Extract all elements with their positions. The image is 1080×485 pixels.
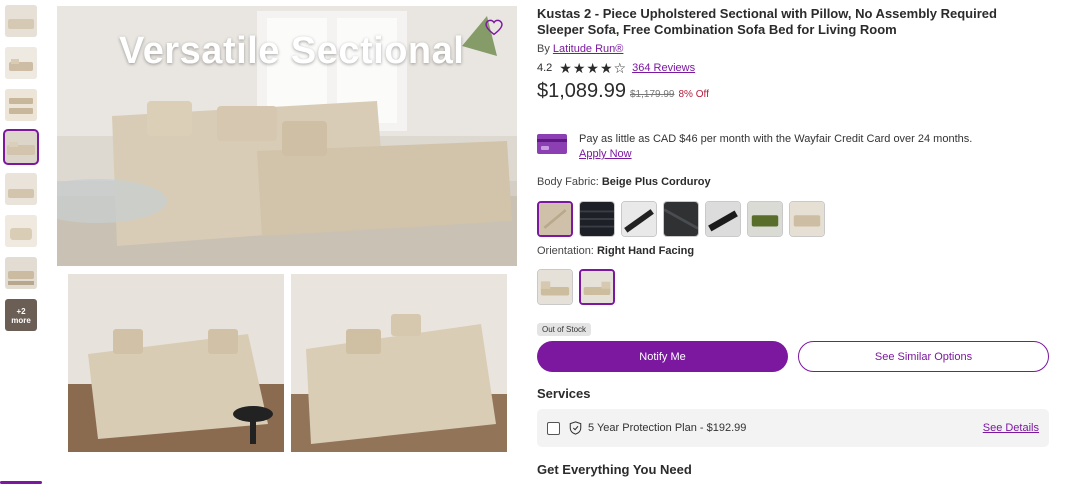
orientation-label: Orientation: Right Hand Facing [537, 245, 694, 257]
notify-me-button[interactable]: Notify Me [537, 341, 788, 372]
orientation-label-text: Orientation: [537, 245, 594, 257]
fabric-value: Beige Plus Corduroy [601, 176, 711, 188]
by-prefix: By [537, 43, 550, 55]
star-icon: ★ [572, 60, 586, 76]
swatch-black-white[interactable] [705, 201, 741, 237]
fabric-label-text: Body Fabric: [537, 176, 599, 188]
thumbnail-2[interactable] [5, 47, 37, 79]
star-icon: ★ [586, 60, 599, 76]
orientation-swatches [537, 269, 621, 305]
swatch-beige[interactable] [789, 201, 825, 237]
protection-plan-row: 5 Year Protection Plan - $192.99 See Det… [537, 409, 1049, 447]
main-product-image[interactable]: Versatile Sectional [57, 6, 517, 266]
services-heading: Services [537, 386, 591, 401]
fabric-swatches [537, 201, 831, 237]
secondary-image-2[interactable] [291, 274, 507, 452]
star-rating: ★ ★ ★ ★ ☆ [559, 60, 627, 76]
thumbnail-4[interactable] [3, 129, 39, 165]
sale-price: $1,089.99 [537, 80, 626, 102]
credit-offer: Pay as little as CAD $46 per month with … [537, 132, 972, 162]
discount-badge: 8% Off [678, 89, 709, 100]
thumbnail-7[interactable] [5, 257, 37, 289]
get-everything-heading: Get Everything You Need [537, 462, 692, 477]
brand-line: By Latitude Run® [537, 43, 1057, 55]
swatch-beige-corduroy[interactable] [537, 201, 573, 237]
reviews-link[interactable]: 364 Reviews [632, 62, 695, 74]
thumbnail-1[interactable] [5, 5, 37, 37]
star-outline-icon: ☆ [613, 60, 627, 76]
shield-check-icon [569, 421, 582, 435]
more-label: more [11, 316, 31, 325]
swatch-left-hand-facing[interactable] [537, 269, 573, 305]
sectional-photo-2 [68, 274, 284, 452]
thumbnail-rail: +2 more [3, 5, 39, 341]
see-details-link[interactable]: See Details [983, 422, 1039, 434]
heart-icon[interactable] [483, 16, 505, 38]
bottom-accent-bar [0, 481, 42, 484]
product-panel: Kustas 2 - Piece Upholstered Sectional w… [537, 6, 1057, 477]
more-count: +2 [16, 307, 26, 316]
star-icon: ★ [599, 60, 613, 76]
swatch-charcoal[interactable] [663, 201, 699, 237]
swatch-white-black[interactable] [621, 201, 657, 237]
product-title: Kustas 2 - Piece Upholstered Sectional w… [537, 6, 997, 37]
rating-value: 4.2 [537, 62, 553, 74]
rating-row: 4.2 ★ ★ ★ ★ ☆ 364 Reviews [537, 60, 1057, 76]
star-icon: ★ [559, 60, 572, 76]
more-images-button[interactable]: +2 more [5, 299, 37, 331]
fabric-label: Body Fabric: Beige Plus Corduroy [537, 176, 711, 188]
image-overlay-title: Versatile Sectional [119, 30, 465, 72]
credit-text: Pay as little as CAD $46 per month with … [579, 133, 973, 145]
apply-now-link[interactable]: Apply Now [579, 148, 632, 160]
orientation-value: Right Hand Facing [596, 245, 695, 257]
price-row: $1,089.99 $1,179.99 8% Off [537, 80, 1057, 103]
protection-plan-text: 5 Year Protection Plan - $192.99 [588, 422, 747, 434]
sectional-photo-3 [291, 274, 507, 452]
secondary-image-1[interactable] [68, 274, 284, 452]
thumbnail-3[interactable] [5, 89, 37, 121]
swatch-right-hand-facing[interactable] [579, 269, 615, 305]
see-similar-button[interactable]: See Similar Options [798, 341, 1049, 372]
stock-badge: Out of Stock [537, 323, 592, 336]
original-price: $1,179.99 [629, 89, 675, 100]
brand-link[interactable]: Latitude Run® [553, 43, 624, 55]
swatch-black-corduroy[interactable] [579, 201, 615, 237]
thumbnail-5[interactable] [5, 173, 37, 205]
thumbnail-6[interactable] [5, 215, 37, 247]
protection-plan-checkbox[interactable] [547, 421, 560, 435]
credit-card-icon [537, 134, 567, 154]
swatch-green[interactable] [747, 201, 783, 237]
